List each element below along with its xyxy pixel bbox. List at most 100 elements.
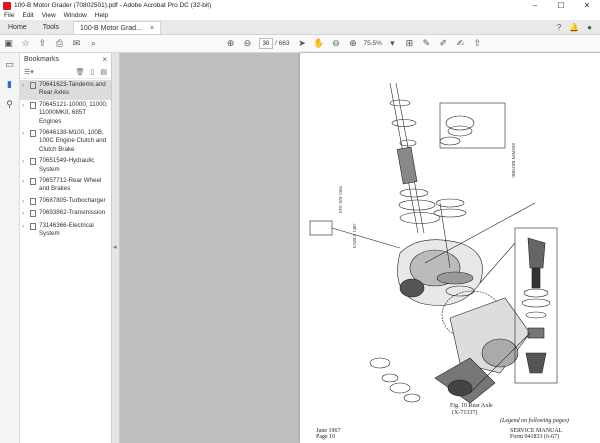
mail-icon[interactable]: ✉: [71, 38, 82, 49]
window-titlebar: 100-B Motor Grader (70802501).pdf - Adob…: [0, 0, 600, 11]
tab-bar: Home Tools 100-B Motor Grad... × ? 🔔 ●: [0, 20, 600, 35]
print-icon[interactable]: ⎙: [54, 38, 65, 49]
toolbar: ▣ ☆ ⇪ ⎙ ✉ ⌕ ⊕ ⊖ 30 / 663 ➤ ✋ ⊖ ⊕ 75.5% ▾…: [0, 35, 600, 53]
legend-note: (Legend on following pages): [500, 418, 569, 424]
bookmark-label: 70641623-Tandems and Rear Axles: [39, 81, 106, 97]
bookmark-label: 70645121-10000, 11000, 11000MKII, 685T E…: [39, 100, 108, 125]
comment-icon[interactable]: ✎: [421, 38, 432, 49]
page-total: / 663: [275, 40, 290, 47]
options-icon[interactable]: ☰▾: [24, 68, 34, 76]
rear-axle-exploded-diagram: EFF. S/N 1504 EARLY 1407 SHOWN BEFORE: [309, 82, 558, 404]
bookmark-list: › 70641623-Tandems and Rear Axles › 7064512…: [20, 79, 111, 241]
expand-bookmark-icon[interactable]: ▤: [100, 68, 107, 76]
bookmark-icon: [30, 178, 36, 186]
zoom-in-icon[interactable]: ⊕: [347, 38, 358, 49]
bookmark-item[interactable]: › 70646138-M100, 100B, 100C Engine Clutch…: [20, 128, 111, 156]
minimize-button[interactable]: –: [522, 0, 548, 11]
bookmarks-title: Bookmarks: [24, 55, 60, 63]
close-panel-icon[interactable]: ×: [102, 55, 107, 64]
bookmark-item[interactable]: › 70641623-Tandems and Rear Axles: [20, 80, 111, 100]
svg-text:EARLY 1407: EARLY 1407: [352, 223, 357, 248]
bookmark-item[interactable]: › 73146366-Electrical System: [20, 221, 111, 241]
footer-form: Form 041833 (6-67): [510, 434, 559, 440]
menu-file[interactable]: File: [0, 12, 18, 19]
bookmark-icon: [30, 197, 36, 205]
arrow-down-icon[interactable]: ⊖: [242, 38, 253, 49]
bookmarks-icon[interactable]: ▮: [4, 78, 16, 90]
bookmark-icon: [30, 130, 36, 138]
menu-edit[interactable]: Edit: [18, 12, 37, 19]
new-bookmark-icon[interactable]: ▯: [91, 68, 95, 76]
bookmark-label: 70646138-M100, 100B, 100C Engine Clutch …: [39, 129, 107, 153]
maximize-button[interactable]: ☐: [548, 0, 574, 11]
chevron-right-icon[interactable]: ›: [22, 130, 28, 138]
zoom-out-icon[interactable]: ⊖: [330, 38, 341, 49]
zoom-level[interactable]: 75.5%: [363, 40, 381, 47]
left-rail: ▭ ▮ ⚲: [0, 53, 20, 443]
tab-tools[interactable]: Tools: [35, 21, 67, 34]
chevron-right-icon[interactable]: ›: [22, 210, 28, 218]
collapse-arrow-icon[interactable]: ◂: [113, 243, 117, 251]
figure-caption: Fig. 10 Rear Axle: [450, 403, 493, 409]
fit-page-icon[interactable]: ⊞: [404, 38, 415, 49]
pdf-page: EFF. S/N 1504 EARLY 1407 SHOWN BEFORE Fi…: [300, 53, 600, 443]
bookmarks-panel: Bookmarks × ☰▾ 🗑 ▯ ▤ › 70641623-Tandems a…: [20, 53, 112, 443]
page-number-input[interactable]: 30: [259, 38, 273, 49]
figure-reference: (X-71337): [452, 410, 478, 416]
bookmark-icon: [30, 210, 36, 218]
arrow-up-icon[interactable]: ⊕: [225, 38, 236, 49]
close-window-button[interactable]: ✕: [574, 0, 600, 11]
attachments-icon[interactable]: ⚲: [4, 98, 16, 110]
account-icon[interactable]: ●: [587, 23, 592, 32]
bookmark-label: 70657712-Rear Wheel and Brakes: [39, 177, 102, 193]
share-icon[interactable]: ⇧: [472, 38, 483, 49]
chevron-right-icon[interactable]: ›: [22, 102, 28, 110]
bookmark-item[interactable]: › 70687805-Turbocharger: [20, 196, 111, 208]
document-view[interactable]: EFF. S/N 1504 EARLY 1407 SHOWN BEFORE Fi…: [120, 53, 600, 443]
help-icon[interactable]: ?: [557, 23, 561, 32]
chevron-right-icon[interactable]: ›: [22, 178, 28, 186]
chevron-right-icon[interactable]: ›: [22, 198, 28, 206]
window-title: 100-B Motor Grader (70802501).pdf - Adob…: [14, 2, 212, 9]
svg-text:EFF. S/N 1504: EFF. S/N 1504: [338, 185, 343, 213]
tab-document[interactable]: 100-B Motor Grad... ×: [73, 21, 162, 35]
bookmark-item[interactable]: › 70645121-10000, 11000, 11000MKII, 685T …: [20, 100, 111, 128]
notifications-icon[interactable]: 🔔: [569, 23, 579, 32]
bookmark-label: 70687805-Turbocharger: [39, 196, 106, 204]
bookmark-icon: [30, 101, 36, 109]
menu-help[interactable]: Help: [91, 12, 112, 19]
star-icon[interactable]: ☆: [20, 38, 31, 49]
bookmark-item[interactable]: › 70651549-Hydraulic System: [20, 156, 111, 176]
close-tab-icon[interactable]: ×: [150, 22, 154, 35]
acrobat-app-icon: [3, 1, 11, 10]
menu-bar: File Edit View Window Help: [0, 11, 600, 20]
svg-text:SHOWN BEFORE: SHOWN BEFORE: [511, 143, 516, 178]
chevron-right-icon[interactable]: ›: [22, 223, 28, 231]
bookmark-icon: [30, 222, 36, 230]
chevron-right-icon[interactable]: ›: [22, 82, 28, 90]
sidebar-collapse-grip[interactable]: ◂: [112, 53, 120, 443]
highlight-icon[interactable]: ✐: [438, 38, 449, 49]
footer-page: Page 10: [316, 434, 336, 440]
page-thumbnails-icon[interactable]: ▭: [4, 58, 16, 70]
search-icon[interactable]: ⌕: [88, 38, 99, 49]
bookmark-label: 70651549-Hydraulic System: [39, 157, 95, 173]
upload-icon[interactable]: ⇪: [37, 38, 48, 49]
menu-window[interactable]: Window: [60, 12, 91, 19]
menu-view[interactable]: View: [38, 12, 60, 19]
bookmark-label: 70693862-Transmission: [39, 209, 106, 217]
save-icon[interactable]: ▣: [3, 38, 14, 49]
bookmark-icon: [30, 158, 36, 166]
bookmark-item[interactable]: › 70693862-Transmission: [20, 208, 111, 220]
delete-bookmark-icon[interactable]: 🗑: [76, 68, 85, 76]
bookmark-item[interactable]: › 70657712-Rear Wheel and Brakes: [20, 176, 111, 196]
tab-document-label: 100-B Motor Grad...: [80, 24, 142, 32]
cursor-icon[interactable]: ➤: [296, 38, 307, 49]
bookmark-icon: [30, 82, 36, 89]
chevron-right-icon[interactable]: ›: [22, 158, 28, 166]
zoom-dropdown-icon[interactable]: ▾: [387, 38, 398, 49]
tab-home[interactable]: Home: [0, 21, 35, 34]
hand-icon[interactable]: ✋: [313, 38, 324, 49]
sign-icon[interactable]: ✍: [455, 38, 466, 49]
bookmark-label: 73146366-Electrical System: [39, 221, 94, 238]
